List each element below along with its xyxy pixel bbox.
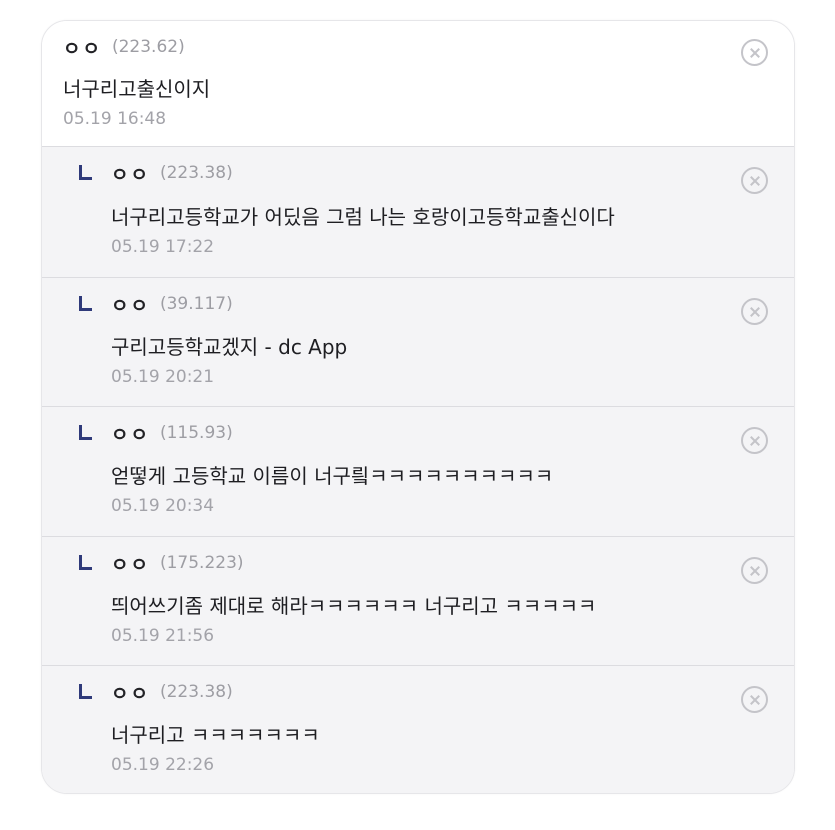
close-circle-icon[interactable] <box>741 167 768 194</box>
comment-nickname[interactable]: ㅇㅇ <box>111 160 150 187</box>
comment-header: ㅇㅇ (223.62) <box>63 34 185 60</box>
comment-nickname[interactable]: ㅇㅇ <box>111 679 150 706</box>
comment-timestamp: 05.19 20:34 <box>111 496 215 516</box>
comment-nickname[interactable]: ㅇㅇ <box>111 550 150 577</box>
comment-text: 띄어쓰기좀 제대로 해라ㅋㅋㅋㅋㅋㅋ 너구리고 ㅋㅋㅋㅋㅋ <box>111 594 597 618</box>
close-circle-icon[interactable] <box>741 427 768 454</box>
comment-list: ㅇㅇ (223.62) 너구리고출신이지 05.19 16:48 ㅇㅇ (223… <box>41 20 795 794</box>
comment-item: ㅇㅇ (223.62) 너구리고출신이지 05.19 16:48 <box>42 21 794 147</box>
comment-header: ㅇㅇ (115.93) <box>111 420 233 446</box>
reply-item: ㅇㅇ (223.38) 너구리고 ㅋㅋㅋㅋㅋㅋㅋ 05.19 22:26 <box>42 666 794 793</box>
comment-ip: (115.93) <box>159 423 233 443</box>
reply-arrow-icon <box>79 296 92 311</box>
close-circle-icon[interactable] <box>741 39 768 66</box>
reply-item: ㅇㅇ (175.223) 띄어쓰기좀 제대로 해라ㅋㅋㅋㅋㅋㅋ 너구리고 ㅋㅋㅋ… <box>42 537 794 666</box>
comment-text: 구리고등학교겠지 - dc App <box>111 335 348 359</box>
comment-timestamp: 05.19 22:26 <box>111 755 215 775</box>
reply-item: ㅇㅇ (115.93) 얻떻게 고등학교 이름이 너구릨ㅋㅋㅋㅋㅋㅋㅋㅋㅋㅋ 0… <box>42 407 794 537</box>
close-circle-icon[interactable] <box>741 557 768 584</box>
reply-arrow-icon <box>79 165 92 180</box>
close-circle-icon[interactable] <box>741 686 768 713</box>
reply-arrow-icon <box>79 684 92 699</box>
comment-text: 너구리고등학교가 어딨음 그럼 나는 호랑이고등학교출신이다 <box>111 205 615 229</box>
comment-ip: (175.223) <box>159 553 244 573</box>
comment-ip: (223.62) <box>111 37 185 57</box>
comment-text: 너구리고출신이지 <box>63 77 211 101</box>
comment-header: ㅇㅇ (39.117) <box>111 291 233 317</box>
comment-ip: (223.38) <box>159 163 233 183</box>
comment-nickname[interactable]: ㅇㅇ <box>63 34 102 61</box>
comment-ip: (223.38) <box>159 682 233 702</box>
comment-timestamp: 05.19 17:22 <box>111 237 215 257</box>
comment-header: ㅇㅇ (223.38) <box>111 160 233 186</box>
reply-arrow-icon <box>79 425 92 440</box>
close-circle-icon[interactable] <box>741 298 768 325</box>
reply-item: ㅇㅇ (223.38) 너구리고등학교가 어딨음 그럼 나는 호랑이고등학교출신… <box>42 147 794 278</box>
comment-ip: (39.117) <box>159 294 233 314</box>
reply-item: ㅇㅇ (39.117) 구리고등학교겠지 - dc App 05.19 20:2… <box>42 278 794 407</box>
comment-nickname[interactable]: ㅇㅇ <box>111 291 150 318</box>
comment-timestamp: 05.19 16:48 <box>63 109 167 129</box>
comment-text: 너구리고 ㅋㅋㅋㅋㅋㅋㅋ <box>111 723 320 747</box>
comment-header: ㅇㅇ (223.38) <box>111 679 233 705</box>
comment-text: 얻떻게 고등학교 이름이 너구릨ㅋㅋㅋㅋㅋㅋㅋㅋㅋㅋ <box>111 464 554 488</box>
reply-arrow-icon <box>79 555 92 570</box>
comment-timestamp: 05.19 21:56 <box>111 626 215 646</box>
comment-timestamp: 05.19 20:21 <box>111 367 215 387</box>
comment-nickname[interactable]: ㅇㅇ <box>111 420 150 447</box>
comment-header: ㅇㅇ (175.223) <box>111 550 244 576</box>
